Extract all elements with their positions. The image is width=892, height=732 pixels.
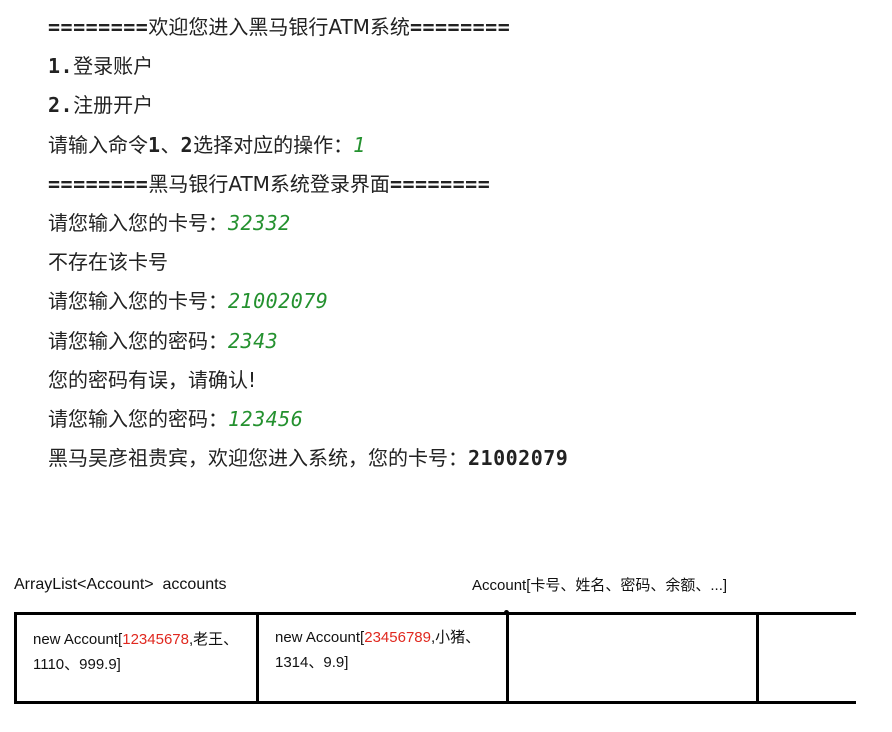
- console-line-card-not-found: 不存在该卡号: [48, 250, 168, 275]
- arraylist-caption: ArrayList<Account> accounts: [14, 576, 227, 593]
- console-line-menu-register: 2.注册开户: [48, 93, 154, 118]
- console-line-card-prompt: 请您输入您的卡号：21002079: [48, 289, 329, 314]
- console-line-password-error: 您的密码有误，请确认!: [48, 367, 257, 392]
- array-cell: new Account[12345678,老王、1110、999.9]: [17, 615, 259, 701]
- console-user-input: 21002079: [228, 289, 329, 314]
- array-cell-empty: [759, 615, 856, 701]
- array-cell-empty: [509, 615, 759, 701]
- account-fields-caption: Account[卡号、姓名、密码、余额、...]: [472, 577, 728, 594]
- account-card-number: 23456789: [364, 629, 431, 646]
- console-user-input: 32332: [228, 210, 291, 235]
- console-user-input: 1: [353, 132, 366, 157]
- console-line-password-prompt: 请您输入您的密码：123456: [48, 406, 304, 431]
- console-line-command-prompt: 请输入命令1、2选择对应的操作：1: [48, 132, 366, 157]
- console-line-password-prompt: 请您输入您的密码：2343: [48, 328, 279, 353]
- account-card-number: 12345678: [122, 631, 189, 648]
- array-cell: new Account[23456789,小猪、1314、9.9]: [259, 615, 509, 701]
- console-line-card-prompt: 请您输入您的卡号：32332: [48, 210, 291, 235]
- console-output: ========欢迎您进入黑马银行ATM系统======== 1.登录账户 2.…: [48, 8, 868, 478]
- console-line-welcome-user: 黑马吴彦祖贵宾，欢迎您进入系统，您的卡号：21002079: [48, 446, 569, 471]
- console-line-welcome-banner: ========欢迎您进入黑马银行ATM系统========: [48, 15, 511, 39]
- console-user-input: 123456: [228, 406, 304, 431]
- arraylist-diagram: new Account[12345678,老王、1110、999.9] new …: [14, 612, 856, 704]
- console-line-menu-login: 1.登录账户: [48, 54, 154, 79]
- console-line-login-banner: ========黑马银行ATM系统登录界面========: [48, 171, 491, 196]
- console-user-input: 2343: [228, 328, 279, 353]
